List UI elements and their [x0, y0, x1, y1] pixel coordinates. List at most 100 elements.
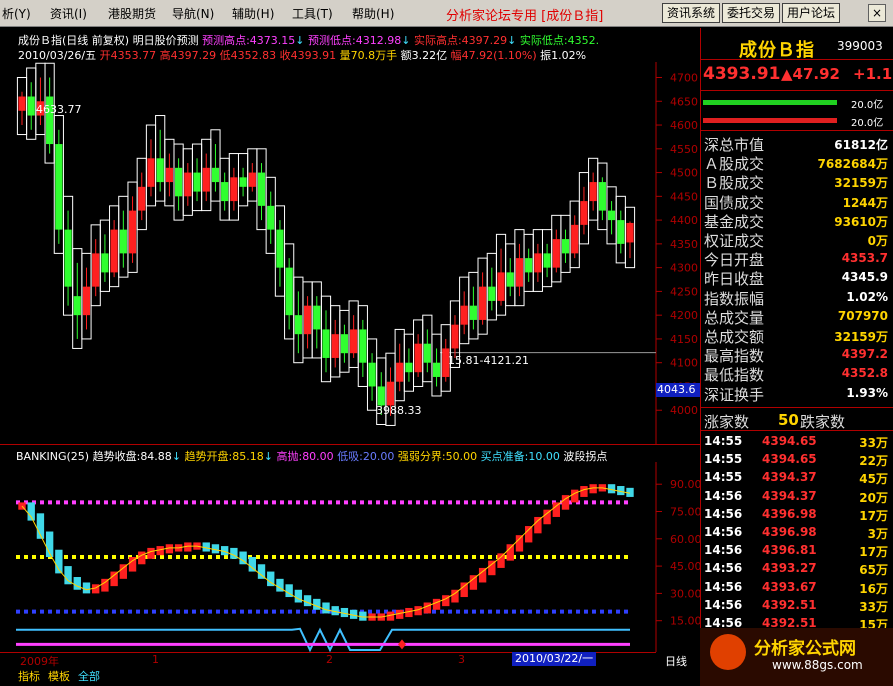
- menu-help[interactable]: 帮助(H): [352, 5, 394, 22]
- quote-stat-label: 总成交量: [704, 308, 765, 327]
- candle-body: [340, 334, 349, 354]
- ind-y-tick-label: 15.00: [670, 615, 700, 628]
- updown-value: 50: [778, 411, 799, 429]
- tick-volume: 65万: [859, 563, 888, 578]
- candle-body: [331, 334, 339, 358]
- candle-body: [257, 172, 266, 206]
- tab-indicator[interactable]: 指标: [18, 668, 40, 684]
- updown-count-row: 涨家数 50 跌家数: [704, 411, 890, 431]
- chart-title: 成份Ｂ指(日线 前复权) 明日股价预测: [18, 34, 199, 47]
- watermark-url: www.88gs.com: [772, 658, 863, 672]
- price-tag: 4043.6: [656, 382, 700, 397]
- period-label[interactable]: 日线: [665, 653, 687, 669]
- candle-body: [92, 253, 100, 287]
- bar-date: 2010/03/26/五: [18, 49, 97, 62]
- menu-assist[interactable]: 辅助(H): [232, 5, 274, 22]
- x-axis-bar: 2009年 1 2 3 2010/03/22/一 日线: [0, 652, 700, 686]
- cursor-date: 2010/03/22/一: [512, 652, 597, 666]
- indicator-bar: [303, 595, 312, 607]
- bar-open: 开4353.77: [99, 49, 157, 62]
- y-tick-label: 4100: [670, 357, 698, 370]
- tick-time: 14:56: [704, 488, 743, 503]
- quote-stat-row: 国债成交 1244万: [704, 192, 890, 212]
- tick-row: 14:56 4394.37 20万: [704, 489, 890, 507]
- candle-body: [571, 224, 579, 254]
- bar-volume: 量70.8万手: [339, 49, 398, 62]
- quote-stat-value: 4345.9: [841, 270, 888, 285]
- tick-row: 14:56 4396.98 17万: [704, 507, 890, 525]
- bar-close: 收4393.91: [279, 49, 337, 62]
- info-system-button[interactable]: 资讯系统: [662, 3, 720, 23]
- quote-stat-value: 4352.8: [841, 366, 888, 381]
- candle-body: [479, 286, 487, 320]
- x-label-mar: 3: [458, 653, 465, 666]
- candle-body: [294, 315, 302, 335]
- quote-stat-value: 93610万: [834, 214, 888, 229]
- separator: [701, 130, 893, 131]
- candle-body: [82, 286, 91, 316]
- tick-volume: 33万: [859, 599, 888, 614]
- indicator-bar: [432, 598, 441, 610]
- separator: [701, 407, 893, 408]
- indicator-bar: [147, 547, 155, 559]
- forum-button[interactable]: 用户论坛: [782, 3, 840, 23]
- bar-high: 高4397.29: [159, 49, 217, 62]
- candle-body: [552, 239, 560, 268]
- annot-range-label: 15.81-4121.21: [448, 353, 529, 367]
- tick-price: 4393.67: [762, 579, 817, 594]
- close-icon[interactable]: ×: [868, 4, 886, 22]
- y-tick-label: 4350: [670, 238, 698, 251]
- indicator-bar: [73, 577, 81, 590]
- quote-panel: 成份Ｂ指 399003 4393.91 ▲47.92 +1.1 20.0亿 20…: [700, 28, 893, 658]
- quote-stat-value: 61812亿: [834, 138, 888, 152]
- x-label-feb: 2: [326, 653, 333, 666]
- quote-stat-label: 深证换手: [704, 385, 765, 404]
- quote-stat-value: 7682684万: [817, 157, 888, 172]
- indicator-bar: [423, 602, 432, 614]
- quote-pct: +1.1: [853, 65, 893, 83]
- quote-stat-value: 32159万: [834, 330, 888, 344]
- pred-high: 4373.15: [249, 34, 296, 47]
- menu-info[interactable]: 资讯(I): [50, 5, 87, 22]
- quote-stat-value: 4353.7: [841, 251, 888, 266]
- quote-stat-row: Ａ股成交 7682684万: [704, 153, 890, 173]
- bar-swing: 振1.02%: [540, 49, 587, 62]
- quote-price: 4393.91: [703, 64, 781, 84]
- trade-button[interactable]: 委托交易: [722, 3, 780, 23]
- quote-stat-row: 基金成交 93610万: [704, 211, 890, 231]
- tick-price: 4394.37: [762, 488, 817, 503]
- tab-template[interactable]: 模板: [48, 668, 70, 684]
- quote-stat-row: Ｂ股成交 32159万: [704, 172, 890, 192]
- menu-analysis[interactable]: 析(Y): [2, 5, 31, 22]
- menu-tools[interactable]: 工具(T): [292, 5, 333, 22]
- quote-stat-value: 32159万: [834, 176, 888, 191]
- menu-hk-futures[interactable]: 港股期货: [108, 5, 156, 22]
- tick-volume: 16万: [859, 581, 888, 596]
- banking-indicator-chart[interactable]: 90.00 75.00 60.00 45.00 30.00 15.00: [0, 462, 700, 652]
- wave-turn-marker: [398, 639, 406, 650]
- tab-all[interactable]: 全部: [78, 668, 100, 684]
- y-tick-label: 4250: [670, 285, 698, 298]
- quote-stat-label: 深总市值: [704, 136, 765, 154]
- quote-stat-label: 最低指数: [704, 366, 765, 385]
- quote-stat-row: 最高指数 4397.2: [704, 345, 890, 365]
- menu-navigate[interactable]: 导航(N): [172, 5, 214, 22]
- candle-body: [460, 305, 468, 325]
- quote-stat-row: 深证换手 1.93%: [704, 384, 890, 404]
- tick-row: 14:56 4393.27 65万: [704, 561, 890, 579]
- candle-body: [230, 177, 238, 202]
- tick-row: 14:55 4394.37 45万: [704, 470, 890, 488]
- candlestick-chart[interactable]: 4700 4650 4600 4550 4500 4450 4400 4350 4300 4250…: [0, 62, 700, 444]
- window-title: 分析家论坛专用 [成份Ｂ指]: [446, 9, 604, 24]
- candle-body: [607, 210, 616, 221]
- candle-body: [469, 305, 477, 320]
- candle-body: [138, 186, 146, 211]
- tick-volume: 45万: [859, 472, 888, 487]
- tick-price: 4396.81: [762, 543, 817, 558]
- candle-body: [55, 144, 63, 230]
- tick-volume: 20万: [859, 490, 888, 505]
- ind-y-tick-label: 45.00: [670, 560, 700, 573]
- candle-body: [515, 258, 524, 287]
- quote-change: ▲47.92: [781, 65, 840, 83]
- candle-body: [580, 201, 588, 225]
